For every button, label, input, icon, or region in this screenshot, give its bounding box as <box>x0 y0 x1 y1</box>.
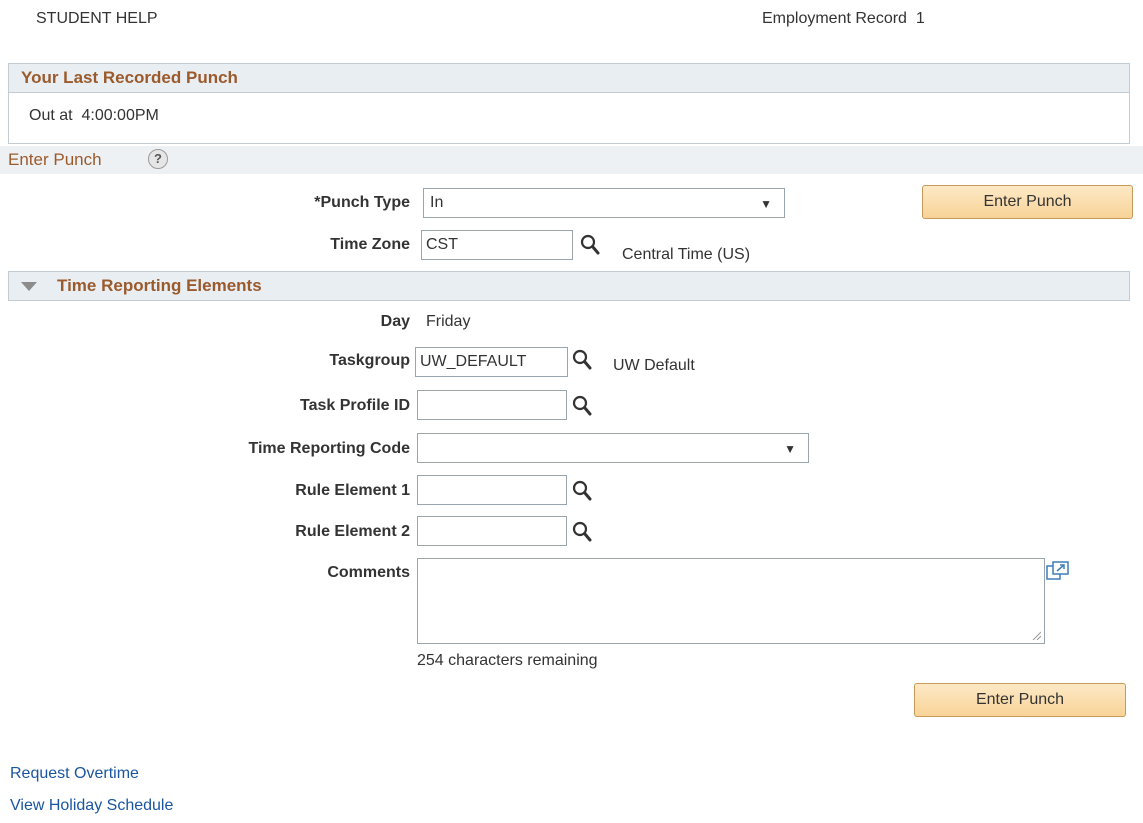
enter-punch-title: Enter Punch <box>8 150 102 169</box>
rule-element-1-input[interactable] <box>417 475 567 505</box>
time-zone-input[interactable]: CST <box>421 230 573 260</box>
rule-element-2-input[interactable] <box>417 516 567 546</box>
punch-type-select[interactable]: In ▼ <box>423 188 785 218</box>
chevron-down-icon: ▼ <box>760 197 772 211</box>
enter-punch-header: Enter Punch ? <box>0 146 1143 174</box>
comments-label: Comments <box>327 564 410 581</box>
expand-window-icon[interactable] <box>1046 561 1070 581</box>
punch-type-value: In <box>430 194 444 211</box>
time-reporting-header[interactable]: Time Reporting Elements <box>8 271 1130 301</box>
enter-punch-button-bottom[interactable]: Enter Punch <box>914 683 1126 717</box>
job-title: STUDENT HELP <box>36 10 158 27</box>
employment-record: Employment Record 1 <box>762 10 925 28</box>
magnifier-icon[interactable] <box>572 395 592 417</box>
day-value: Friday <box>426 313 471 330</box>
time-zone-description: Central Time (US) <box>622 246 751 263</box>
magnifier-icon[interactable] <box>572 521 592 543</box>
magnifier-icon[interactable] <box>572 349 592 371</box>
taskgroup-description: UW Default <box>613 357 695 374</box>
chevron-down-icon: ▼ <box>784 442 796 456</box>
employment-record-label: Employment Record <box>762 10 907 27</box>
rule-element-1-label: Rule Element 1 <box>295 482 410 499</box>
day-label: Day <box>380 313 410 330</box>
task-profile-label: Task Profile ID <box>300 397 410 414</box>
request-overtime-link[interactable]: Request Overtime <box>10 765 139 783</box>
last-punch-text: Out at 4:00:00PM <box>29 107 159 124</box>
task-profile-input[interactable] <box>417 390 567 420</box>
taskgroup-label: Taskgroup <box>329 352 410 369</box>
time-zone-label: Time Zone <box>330 236 410 253</box>
magnifier-icon[interactable] <box>572 480 592 502</box>
trc-label: Time Reporting Code <box>248 440 411 457</box>
time-reporting-title: Time Reporting Elements <box>57 276 262 295</box>
rule-element-2-label: Rule Element 2 <box>295 523 410 540</box>
help-icon[interactable]: ? <box>148 149 168 169</box>
view-holiday-schedule-link[interactable]: View Holiday Schedule <box>10 797 173 815</box>
enter-punch-button-top[interactable]: Enter Punch <box>922 185 1133 219</box>
last-punch-body: Out at 4:00:00PM <box>8 93 1130 144</box>
resize-grip-icon[interactable] <box>1031 630 1041 640</box>
triangle-down-icon[interactable] <box>21 282 37 291</box>
comments-textarea[interactable] <box>417 558 1045 644</box>
taskgroup-input[interactable]: UW_DEFAULT <box>415 347 568 377</box>
punch-type-label: *Punch Type <box>314 194 410 211</box>
trc-select[interactable]: ▼ <box>417 433 809 463</box>
magnifier-icon[interactable] <box>580 234 600 256</box>
last-punch-title: Your Last Recorded Punch <box>21 68 238 87</box>
last-punch-header: Your Last Recorded Punch <box>8 63 1130 93</box>
chars-remaining: 254 characters remaining <box>417 652 598 669</box>
employment-record-number: 1 <box>915 10 925 27</box>
